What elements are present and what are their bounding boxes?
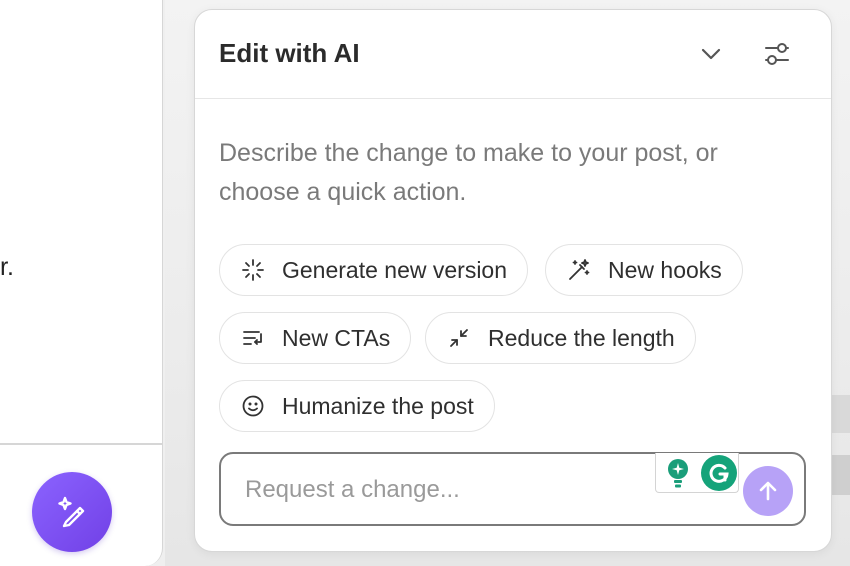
quick-action-label: New CTAs: [282, 324, 391, 351]
quick-action-generate-new-version[interactable]: Generate new version: [219, 244, 529, 296]
arrow-up-icon: [759, 481, 777, 501]
post-editor-pane: r.: [0, 0, 163, 566]
collapse-button[interactable]: [695, 38, 727, 70]
editor-text-fragment: r.: [0, 253, 14, 281]
quick-action-reduce-length[interactable]: Reduce the length: [425, 312, 696, 364]
panel-title: Edit with AI: [219, 38, 360, 68]
smiley-icon: [242, 395, 264, 417]
request-change-input[interactable]: [245, 474, 605, 506]
magic-wand-icon: [569, 259, 590, 280]
quick-action-new-ctas[interactable]: New CTAs: [219, 312, 412, 364]
send-request-button[interactable]: [743, 466, 793, 516]
request-change-box: [219, 452, 806, 526]
sliders-icon: [765, 43, 789, 65]
grammarly-icon[interactable]: [701, 455, 737, 491]
quick-action-label: Generate new version: [282, 256, 508, 283]
loader-sparkle-icon: [242, 259, 264, 281]
editor-divider: [0, 443, 162, 445]
list-return-icon: [243, 331, 262, 345]
quick-action-humanize-post[interactable]: Humanize the post: [219, 380, 495, 432]
lightbulb-icon[interactable]: [664, 457, 692, 489]
quick-action-label: New hooks: [608, 256, 722, 283]
settings-button[interactable]: [761, 38, 793, 70]
shrink-arrows-icon: [450, 329, 468, 347]
edit-with-ai-button[interactable]: [32, 472, 112, 552]
panel-intro-text: Describe the change to make to your post…: [219, 139, 718, 206]
chevron-down-icon: [701, 48, 721, 60]
quick-action-label: Humanize the post: [282, 392, 474, 419]
magic-pencil-icon: [58, 496, 85, 528]
quick-action-new-hooks[interactable]: New hooks: [545, 244, 743, 296]
panel-header: Edit with AI: [195, 10, 831, 99]
quick-action-label: Reduce the length: [488, 324, 675, 351]
edit-with-ai-panel: Edit with AI Describe the change to make…: [194, 9, 832, 552]
writing-extensions: [655, 453, 739, 493]
